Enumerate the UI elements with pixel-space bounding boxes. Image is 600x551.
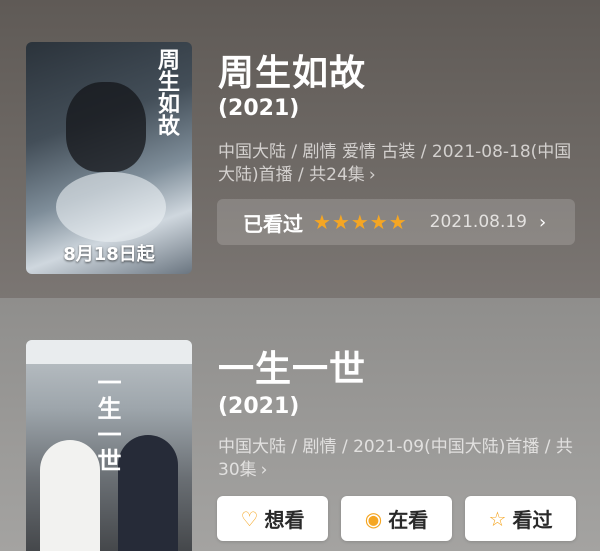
movie-meta[interactable]: 中国大陆 / 剧情 爱情 古装 / 2021-08-18(中国大陆)首播 / 共… (218, 141, 574, 187)
watched-date: 2021.08.19 (429, 212, 527, 232)
poster-figure (118, 435, 178, 551)
poster-figure (56, 172, 166, 242)
movie-card[interactable]: 一生一世 一生一世 (2021) 中国大陆 / 剧情 / 2021-09(中国大… (0, 298, 600, 551)
movie-poster[interactable]: 一生一世 (26, 340, 192, 551)
rating-stars-icon: ★★★★★ (313, 210, 408, 234)
poster-title: 周生如故 (154, 48, 179, 136)
watched-status-bar[interactable]: 已看过 ★★★★★ 2021.08.19 › (217, 199, 575, 245)
heart-plus-icon: ♡ (240, 506, 259, 531)
chevron-right-icon: › (368, 165, 376, 185)
want-to-watch-label: 想看 (264, 508, 305, 532)
movie-title[interactable]: 一生一世 (218, 340, 366, 392)
chevron-right-icon: › (539, 211, 547, 233)
watching-label: 在看 (388, 508, 429, 532)
poster-roof (26, 340, 192, 364)
star-outline-icon: ☆ (488, 506, 507, 531)
movie-poster[interactable]: 周生如故 8月18日起 (26, 42, 192, 274)
movie-list: 周生如故 8月18日起 周生如故 (2021) 中国大陆 / 剧情 爱情 古装 … (0, 0, 600, 551)
movie-year: (2021) (218, 96, 300, 121)
movie-card[interactable]: 周生如故 8月18日起 周生如故 (2021) 中国大陆 / 剧情 爱情 古装 … (0, 0, 600, 298)
poster-title: 一生一世 (93, 370, 121, 474)
movie-meta-text: 中国大陆 / 剧情 / 2021-09(中国大陆)首播 / 共30集 (218, 437, 573, 480)
watching-button[interactable]: ◉ 在看 (341, 496, 452, 541)
watched-button-label: 看过 (512, 508, 553, 532)
watched-label: 已看过 (243, 211, 303, 236)
movie-meta[interactable]: 中国大陆 / 剧情 / 2021-09(中国大陆)首播 / 共30集 › (218, 436, 574, 482)
chevron-right-icon: › (260, 460, 268, 480)
movie-title[interactable]: 周生如故 (218, 44, 366, 96)
want-to-watch-button[interactable]: ♡ 想看 (217, 496, 328, 541)
movie-meta-text: 中国大陆 / 剧情 爱情 古装 / 2021-08-18(中国大陆)首播 / 共… (218, 142, 572, 185)
poster-date: 8月18日起 (63, 244, 155, 265)
poster-figure (66, 82, 146, 172)
circle-dot-icon: ◉ (364, 506, 383, 531)
movie-year: (2021) (218, 394, 300, 419)
watched-button[interactable]: ☆ 看过 (465, 496, 576, 541)
